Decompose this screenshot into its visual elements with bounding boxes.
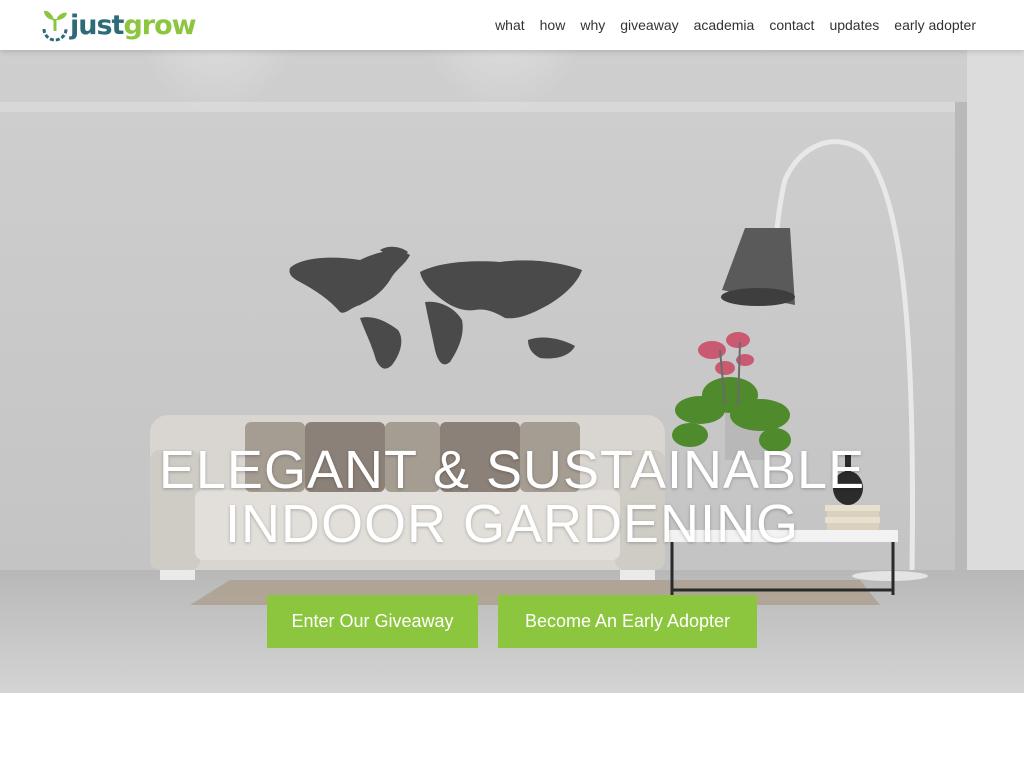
hero-headline: ELEGANT & SUSTAINABLE INDOOR GARDENING: [0, 443, 1024, 551]
logo[interactable]: just grow: [41, 5, 197, 47]
enter-giveaway-button[interactable]: Enter Our Giveaway: [267, 595, 478, 648]
nav-item-contact[interactable]: contact: [769, 17, 814, 33]
nav-item-early-adopter[interactable]: early adopter: [894, 17, 976, 33]
headline-line-2: INDOOR GARDENING: [224, 494, 800, 554]
hero-section: ELEGANT & SUSTAINABLE INDOOR GARDENING E…: [0, 50, 1024, 693]
nav-item-giveaway[interactable]: giveaway: [620, 17, 678, 33]
nav-item-why[interactable]: why: [580, 17, 605, 33]
site-header: just grow what how why giveaway academia …: [0, 0, 1024, 50]
logo-text-just: just: [70, 10, 124, 41]
nav-item-updates[interactable]: updates: [829, 17, 879, 33]
early-adopter-button[interactable]: Become An Early Adopter: [498, 595, 757, 648]
main-nav: what how why giveaway academia contact u…: [480, 0, 976, 50]
nav-item-academia[interactable]: academia: [694, 17, 755, 33]
nav-item-how[interactable]: how: [540, 17, 566, 33]
logo-text-grow: grow: [123, 10, 196, 41]
headline-line-1: ELEGANT & SUSTAINABLE: [158, 440, 866, 500]
nav-item-what[interactable]: what: [495, 17, 525, 33]
sprout-logo-icon: [42, 10, 68, 42]
